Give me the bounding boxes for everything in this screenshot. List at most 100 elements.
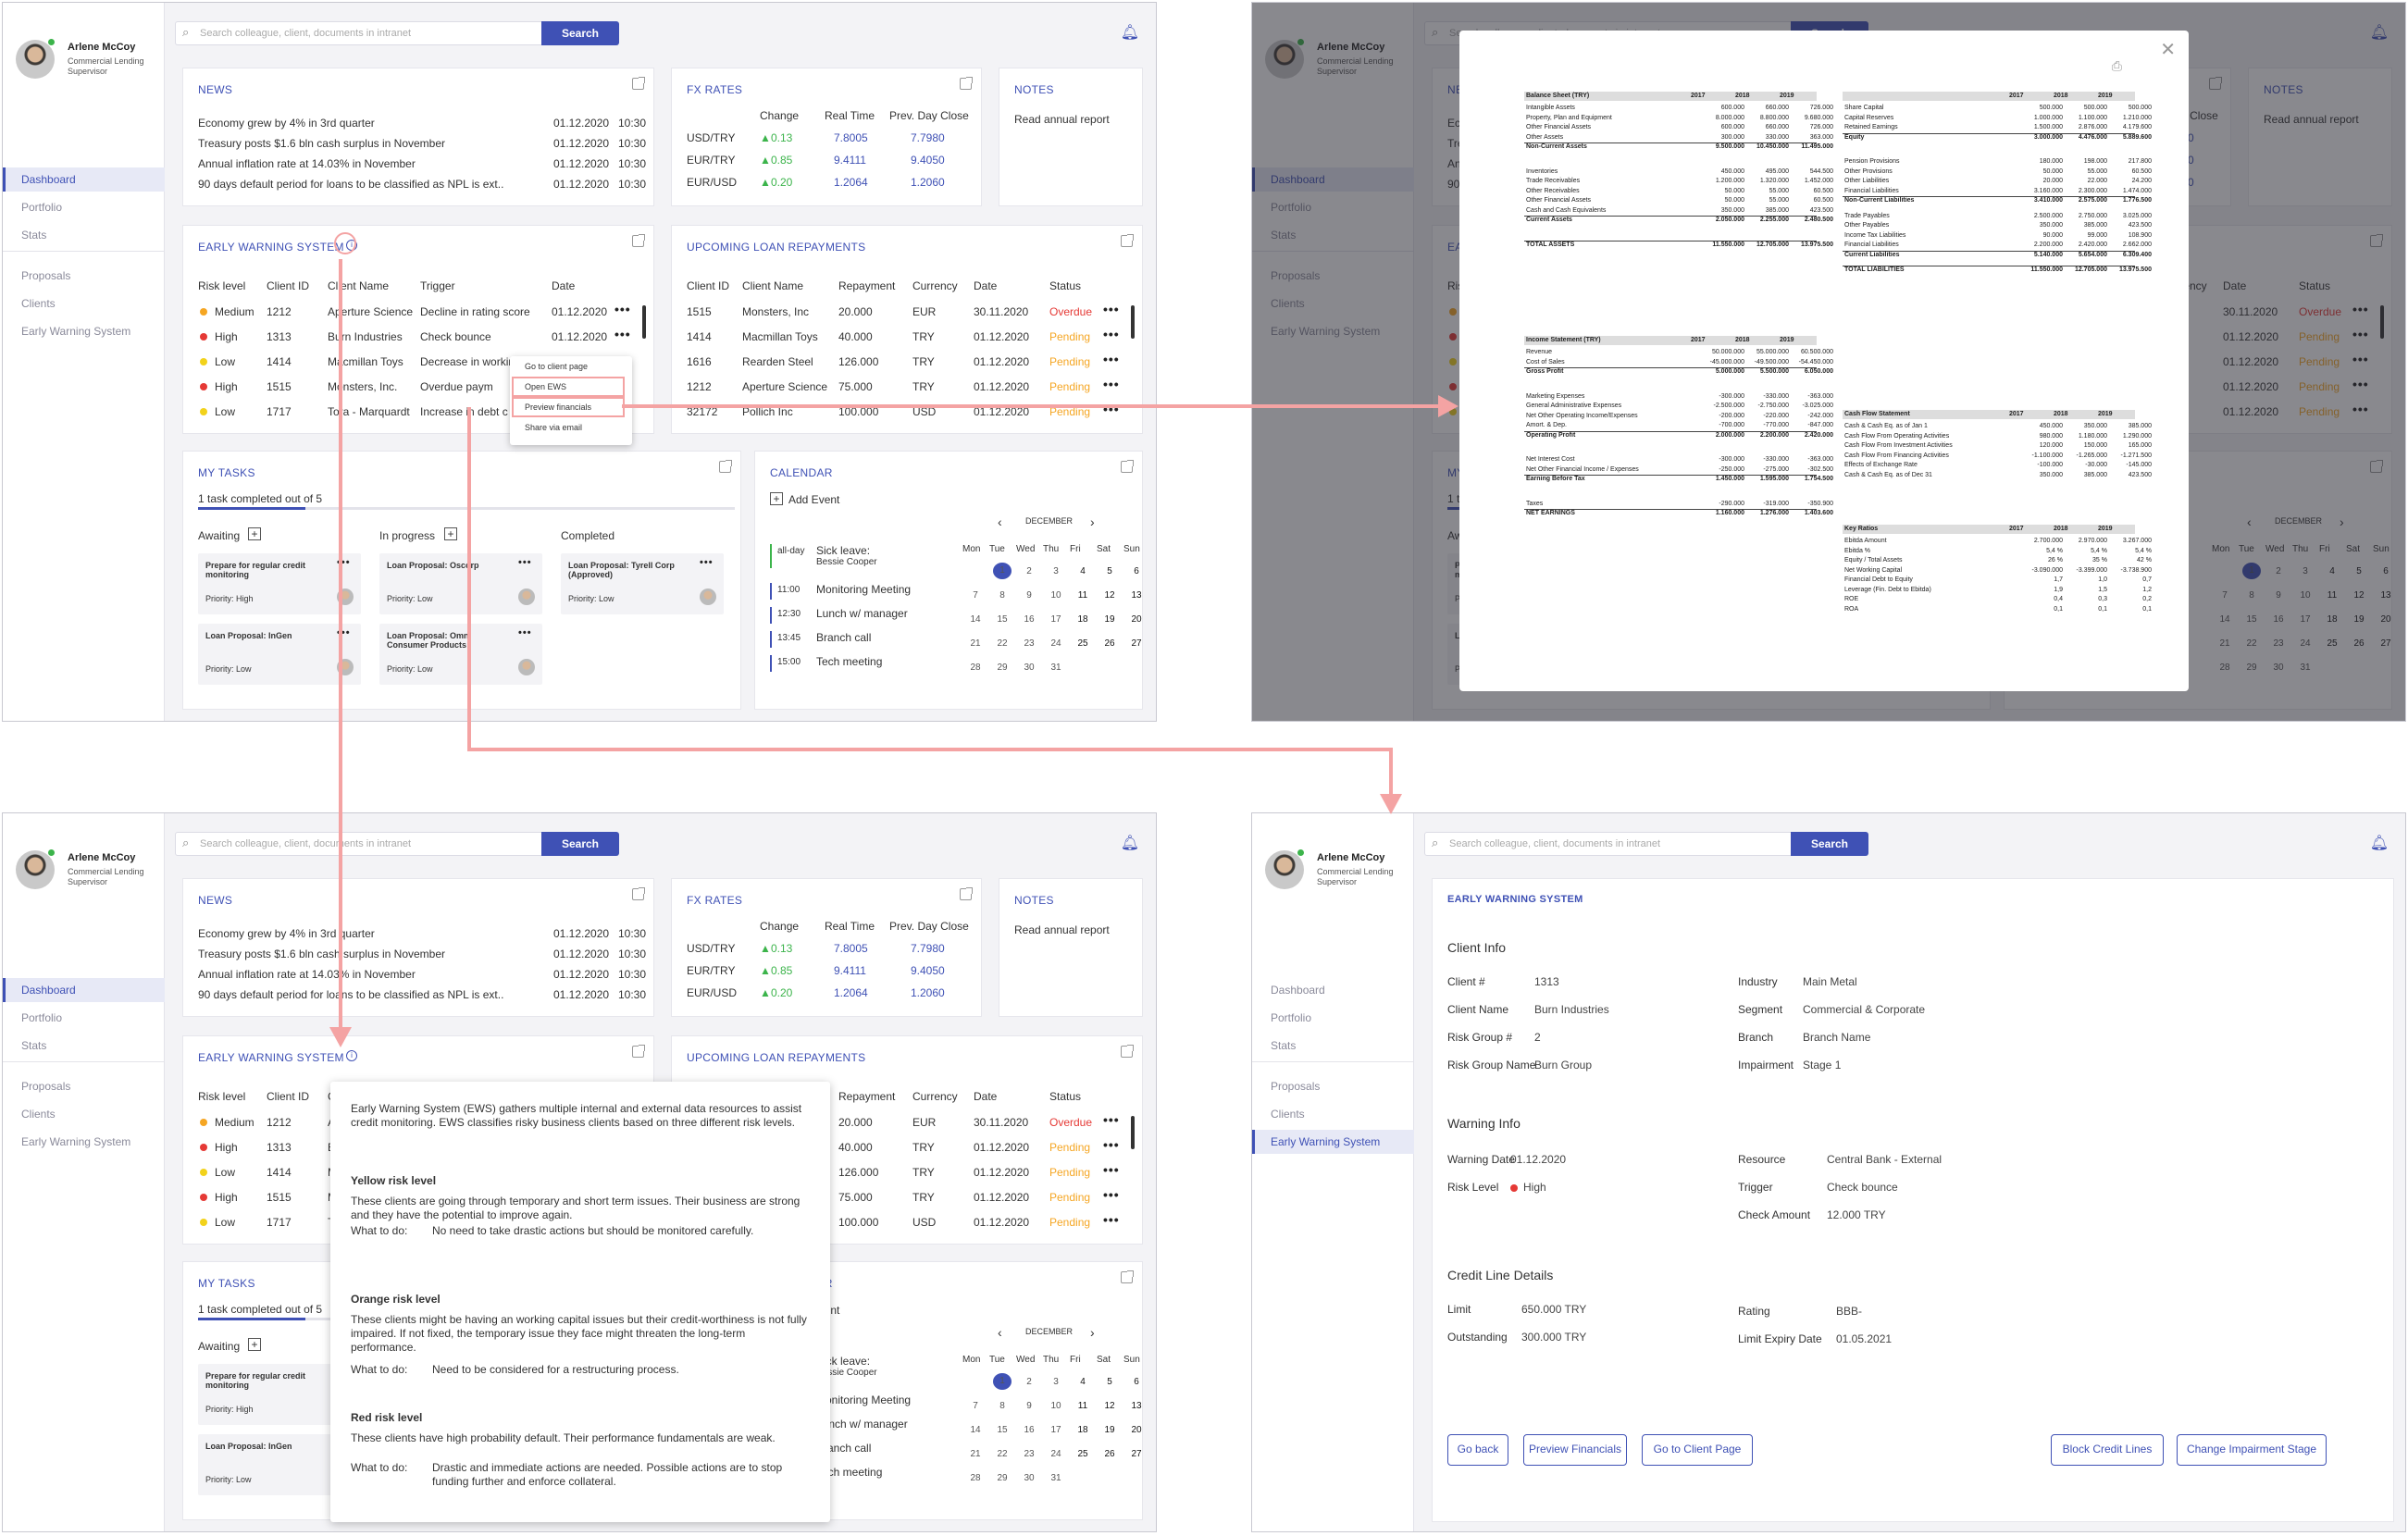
- calendar-day[interactable]: 11: [1074, 590, 1092, 601]
- nav-dashboard[interactable]: Dashboard: [3, 167, 165, 192]
- expand-icon[interactable]: [1121, 1045, 1134, 1058]
- calendar-day[interactable]: 30: [1020, 1473, 1038, 1483]
- notification-bell-icon[interactable]: 🔔︎: [1121, 23, 1139, 42]
- calendar-day[interactable]: 25: [1074, 638, 1092, 649]
- nav-stats[interactable]: Stats: [1252, 1034, 1414, 1058]
- nav-dashboard[interactable]: Dashboard: [3, 978, 165, 1002]
- nav-stats[interactable]: Stats: [3, 1034, 165, 1058]
- event-title[interactable]: Sick leave:: [816, 544, 870, 557]
- calendar-day[interactable]: 27: [1127, 1449, 1146, 1459]
- calendar-day[interactable]: 14: [966, 614, 985, 625]
- expand-icon[interactable]: [632, 77, 645, 90]
- calendar-day[interactable]: 14: [966, 1425, 985, 1435]
- change-impairment-stage-button[interactable]: Change Impairment Stage: [2177, 1434, 2327, 1466]
- search-button[interactable]: Search: [1791, 832, 1868, 856]
- calendar-day[interactable]: 6: [1127, 1377, 1146, 1387]
- context-menu-item[interactable]: Share via email: [525, 423, 582, 432]
- calendar-day[interactable]: 19: [1100, 1425, 1119, 1435]
- nav-ews[interactable]: Early Warning System: [3, 1130, 165, 1154]
- calendar-day[interactable]: 23: [1020, 1449, 1038, 1459]
- calendar-day[interactable]: 22: [993, 1449, 1012, 1459]
- calendar-day[interactable]: 26: [1100, 1449, 1119, 1459]
- calendar-day[interactable]: 11: [1074, 1401, 1092, 1411]
- calendar-day[interactable]: 24: [1047, 1449, 1065, 1459]
- calendar-day[interactable]: 29: [993, 663, 1012, 673]
- search-button[interactable]: Search: [541, 21, 619, 45]
- note-item[interactable]: Read annual report: [1014, 113, 1110, 126]
- prev-month-icon[interactable]: ‹: [998, 1325, 1002, 1340]
- calendar-day[interactable]: 21: [966, 1449, 985, 1459]
- add-event-icon[interactable]: +: [770, 492, 783, 505]
- calendar-day[interactable]: 28: [966, 663, 985, 673]
- expand-icon[interactable]: [960, 77, 973, 90]
- next-month-icon[interactable]: ›: [1090, 514, 1095, 529]
- more-icon[interactable]: •••: [700, 557, 714, 568]
- calendar-day[interactable]: 13: [1127, 590, 1146, 601]
- news-item-text[interactable]: Treasury posts $1.6 bln cash surplus in …: [198, 948, 503, 960]
- more-icon[interactable]: •••: [1103, 1112, 1120, 1127]
- calendar-day[interactable]: 26: [1100, 638, 1119, 649]
- calendar-day[interactable]: 4: [1074, 1377, 1092, 1387]
- news-item-text[interactable]: Economy grew by 4% in 3rd quarter: [198, 117, 503, 130]
- more-icon[interactable]: •••: [1103, 352, 1120, 366]
- expand-icon[interactable]: [1121, 234, 1134, 247]
- calendar-day[interactable]: 31: [1047, 663, 1065, 673]
- go-back-button[interactable]: Go back: [1447, 1434, 1508, 1466]
- more-icon[interactable]: •••: [1103, 327, 1120, 341]
- scrollbar[interactable]: [1131, 1116, 1135, 1149]
- search-input[interactable]: Search colleague, client, documents in i…: [175, 21, 545, 45]
- calendar-day[interactable]: 8: [993, 1401, 1012, 1411]
- expand-icon[interactable]: [632, 234, 645, 247]
- calendar-day[interactable]: 28: [966, 1473, 985, 1483]
- event-title[interactable]: Tech meeting: [816, 655, 882, 668]
- event-title[interactable]: Monitoring Meeting: [816, 583, 911, 596]
- calendar-day[interactable]: 17: [1047, 1425, 1065, 1435]
- nav-ews[interactable]: Early Warning System: [3, 319, 165, 343]
- calendar-day[interactable]: 3: [1047, 1377, 1065, 1387]
- go-to-client-page-button[interactable]: Go to Client Page: [1642, 1434, 1753, 1466]
- news-item-text[interactable]: 90 days default period for loans to be c…: [198, 178, 503, 191]
- expand-icon[interactable]: [632, 1045, 645, 1058]
- calendar-day[interactable]: 9: [1020, 590, 1038, 601]
- calendar-day[interactable]: 4: [1074, 566, 1092, 576]
- search-input[interactable]: Search colleague, client, documents in i…: [175, 832, 545, 856]
- event-title[interactable]: Monitoring Meeting: [816, 1394, 911, 1406]
- calendar-day[interactable]: 7: [966, 1401, 985, 1411]
- expand-icon[interactable]: [632, 887, 645, 900]
- calendar-day[interactable]: 8: [993, 590, 1012, 601]
- news-item-text[interactable]: 90 days default period for loans to be c…: [198, 988, 503, 1001]
- expand-icon[interactable]: [1121, 460, 1134, 473]
- expand-icon[interactable]: [960, 887, 973, 900]
- task-card[interactable]: Loan Proposal: Omni Consumer Products Pri…: [379, 624, 542, 685]
- nav-proposals[interactable]: Proposals: [3, 1074, 165, 1098]
- calendar-day[interactable]: 7: [966, 590, 985, 601]
- event-title[interactable]: Branch call: [816, 631, 871, 644]
- nav-portfolio[interactable]: Portfolio: [3, 195, 165, 219]
- calendar-day[interactable]: 10: [1047, 1401, 1065, 1411]
- calendar-day[interactable]: 27: [1127, 638, 1146, 649]
- nav-clients[interactable]: Clients: [3, 291, 165, 316]
- task-card[interactable]: Loan Proposal: InGenPriority: Low•••: [198, 624, 361, 685]
- calendar-day[interactable]: 1: [993, 1373, 1012, 1390]
- expand-icon[interactable]: [1121, 1270, 1134, 1283]
- nav-clients[interactable]: Clients: [3, 1102, 165, 1126]
- task-card[interactable]: Loan Proposal: Tyrell Corp (Approved) Pri…: [561, 553, 724, 614]
- calendar-day[interactable]: 15: [993, 1425, 1012, 1435]
- calendar-day[interactable]: 2: [1020, 1377, 1038, 1387]
- calendar-day[interactable]: 5: [1100, 566, 1119, 576]
- notification-bell-icon[interactable]: 🔔︎: [2370, 834, 2389, 852]
- calendar-day[interactable]: 2: [1020, 566, 1038, 576]
- calendar-day[interactable]: 1: [993, 563, 1012, 579]
- nav-ews[interactable]: Early Warning System: [1252, 1130, 1414, 1154]
- calendar-day[interactable]: 5: [1100, 1377, 1119, 1387]
- next-month-icon[interactable]: ›: [1090, 1325, 1095, 1340]
- nav-stats[interactable]: Stats: [3, 223, 165, 247]
- calendar-day[interactable]: 12: [1100, 1401, 1119, 1411]
- nav-portfolio[interactable]: Portfolio: [1252, 1006, 1414, 1030]
- nav-proposals[interactable]: Proposals: [1252, 1074, 1414, 1098]
- calendar-day[interactable]: 3: [1047, 566, 1065, 576]
- calendar-day[interactable]: 18: [1074, 614, 1092, 625]
- more-icon[interactable]: •••: [1103, 377, 1120, 391]
- more-icon[interactable]: •••: [614, 327, 631, 341]
- notification-bell-icon[interactable]: 🔔︎: [1121, 834, 1139, 852]
